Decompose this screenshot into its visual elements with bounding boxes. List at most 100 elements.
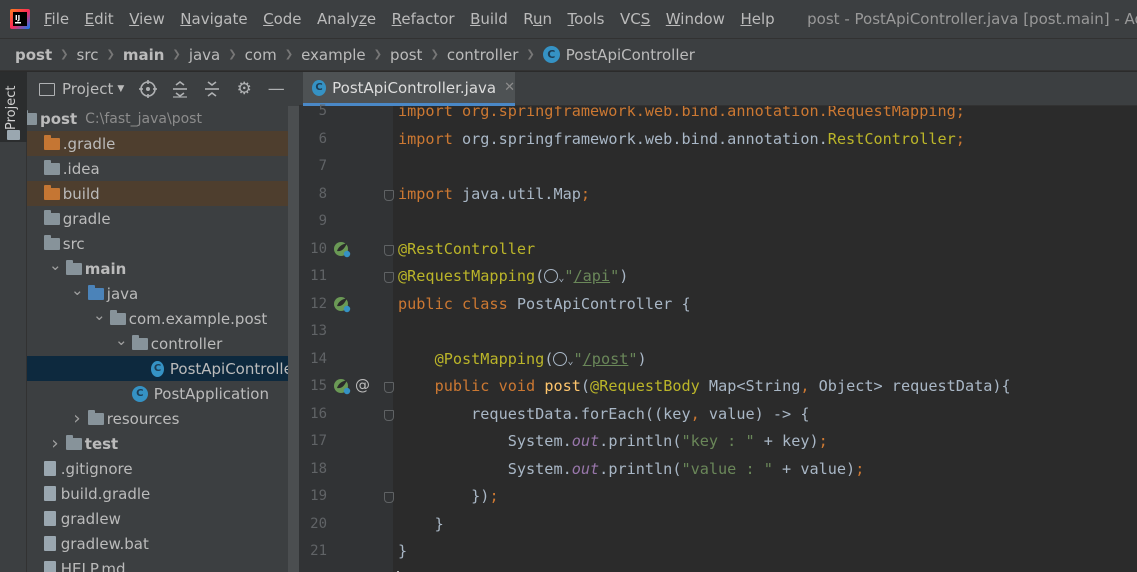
breadcrumb-item[interactable]: example — [301, 46, 366, 64]
tree-item[interactable]: gradlew — [27, 506, 299, 531]
tree-item[interactable]: ⌄ java — [27, 281, 299, 306]
menu-bar: IJ File Edit View Navigate Code Analyze Refact… — [0, 0, 1137, 38]
code-line[interactable]: @PostMapping(⌄"/post") — [398, 346, 647, 373]
code-line[interactable]: }); — [398, 483, 498, 510]
project-panel: Project ▼ ⚙ — post C:\fast_java\post .gr… — [27, 72, 299, 572]
code-line[interactable]: import org.springframework.web.bind.anno… — [398, 126, 965, 153]
code-line[interactable]: System.out.println("value : " + value); — [398, 456, 865, 483]
code-line[interactable]: } — [398, 538, 407, 565]
tree-item[interactable]: › test — [27, 431, 299, 456]
menu-item-view[interactable]: View — [129, 10, 165, 28]
tree-item[interactable]: ⌄ controller — [27, 331, 299, 356]
menu-item-code[interactable]: Code — [263, 10, 301, 28]
menu-item-refactor[interactable]: Refactor — [392, 10, 455, 28]
code-token: ) — [619, 267, 629, 285]
tree-item[interactable]: ⌄ main — [27, 256, 299, 281]
breadcrumb-item[interactable]: com — [245, 46, 277, 64]
tree-item[interactable]: ⌄ com.example.post — [27, 306, 299, 331]
code-line[interactable]: import java.util.Map; — [398, 181, 590, 208]
spring-bean-icon[interactable] — [333, 377, 351, 395]
tree-item[interactable]: C PostApiController — [27, 356, 299, 381]
spring-bean-icon[interactable] — [333, 295, 351, 313]
editor-tab-postapicontroller[interactable]: C PostApiController.java ✕ — [303, 72, 515, 106]
minimize-icon[interactable]: — — [266, 79, 286, 99]
menu-item-window[interactable]: Window — [666, 10, 725, 28]
menu-item-run[interactable]: Run — [523, 10, 552, 28]
line-number: 14 — [310, 350, 327, 367]
breadcrumb-item[interactable]: controller — [447, 46, 519, 64]
folder-icon — [131, 334, 148, 350]
implemented-marker-icon[interactable]: @ — [355, 376, 370, 394]
code-token: } — [398, 514, 444, 533]
breadcrumb-item[interactable]: post — [390, 46, 422, 64]
breadcrumb-item[interactable]: PostApiController — [566, 46, 695, 64]
tree-item[interactable]: gradlew.bat — [27, 531, 299, 556]
chevron-down-icon[interactable]: ⌄ — [49, 256, 62, 274]
gear-icon[interactable]: ⚙ — [234, 79, 254, 99]
folder-icon — [109, 309, 126, 325]
chevron-right-icon[interactable]: › — [71, 408, 83, 429]
code-line[interactable]: @RequestMapping(⌄"/api") — [398, 263, 628, 290]
globe-icon[interactable] — [544, 269, 559, 283]
code-token: ; — [955, 129, 965, 148]
project-view-selector[interactable]: Project — [62, 80, 113, 98]
tree-root[interactable]: post C:\fast_java\post — [27, 106, 299, 131]
chevron-down-icon[interactable]: ⌄ — [71, 281, 84, 299]
menu-item-help[interactable]: Help — [740, 10, 774, 28]
tree-item[interactable]: build.gradle — [27, 481, 299, 506]
tree-item[interactable]: .gradle — [27, 131, 299, 156]
tree-item[interactable]: C PostApplication — [27, 381, 299, 406]
tree-item[interactable]: .gitignore — [27, 456, 299, 481]
breadcrumb-item[interactable]: src — [77, 46, 99, 64]
tree-item-label: PostApplication — [153, 384, 269, 403]
code-token: RestController — [827, 129, 956, 148]
collapse-all-icon[interactable] — [202, 79, 222, 99]
code-line[interactable]: } — [398, 511, 444, 538]
globe-icon[interactable] — [553, 351, 568, 366]
breadcrumb-item[interactable]: main — [123, 46, 165, 64]
code-token: , — [690, 404, 709, 423]
code-line[interactable]: @RestController — [398, 236, 535, 263]
spring-bean-icon[interactable] — [333, 240, 351, 258]
breadcrumb-separator-icon: ❯ — [373, 49, 383, 60]
tree-item[interactable]: build — [27, 181, 299, 206]
project-tool-tab[interactable]: Project — [0, 72, 27, 142]
code-area[interactable]: import org.springframework.web.bind.anno… — [393, 106, 1137, 572]
chevron-down-icon[interactable]: ⌄ — [93, 306, 106, 324]
tree-item[interactable]: gradle — [27, 206, 299, 231]
dropdown-arrow-icon[interactable]: ▼ — [117, 84, 124, 94]
menu-item-navigate[interactable]: Navigate — [180, 10, 247, 28]
code-token: import — [398, 129, 463, 148]
expand-all-icon[interactable] — [170, 79, 190, 99]
menu-item-vcs[interactable]: VCS — [620, 10, 650, 28]
editor-gutter: 5678910111213141516171819202122@ — [299, 103, 394, 572]
code-line[interactable]: import org.springframework.web.bind.anno… — [398, 106, 965, 125]
close-icon[interactable]: ✕ — [504, 80, 515, 95]
tree-item[interactable]: HELP.md — [27, 556, 299, 572]
tree-item[interactable]: › resources — [27, 406, 299, 431]
menu-item-build[interactable]: Build — [470, 10, 508, 28]
menu-item-file[interactable]: File — [44, 10, 69, 28]
code-line[interactable]: public class PostApiController { — [398, 291, 691, 318]
code-token: System. — [398, 432, 572, 450]
chevron-down-icon[interactable]: ⌄ — [115, 331, 128, 349]
tree-item-label: main — [84, 259, 127, 278]
breadcrumb-item[interactable]: post — [15, 46, 52, 64]
code-token: System. — [398, 459, 572, 478]
code-line[interactable]: requestData.forEach((key, value) -> { — [398, 401, 809, 428]
menu-item-analyze[interactable]: Analyze — [317, 10, 376, 28]
tree-item[interactable]: src — [27, 231, 299, 256]
code-line[interactable]: System.out.println("key : " + key); — [398, 428, 828, 455]
locate-file-icon[interactable] — [138, 79, 158, 99]
menu-item-tools[interactable]: Tools — [568, 10, 605, 28]
menu-item-edit[interactable]: Edit — [85, 10, 114, 28]
chevron-right-icon[interactable]: › — [49, 433, 61, 454]
panel-splitter[interactable] — [288, 106, 299, 572]
code-line[interactable]: public void post(@RequestBody Map<String… — [398, 373, 1011, 400]
tree-item-label: gradlew.bat — [60, 534, 149, 553]
breadcrumb-item[interactable]: java — [189, 46, 220, 64]
folder-icon — [43, 209, 60, 225]
tree-item[interactable]: .idea — [27, 156, 299, 181]
code-token: /post — [582, 349, 629, 368]
code-token: } — [398, 542, 408, 560]
